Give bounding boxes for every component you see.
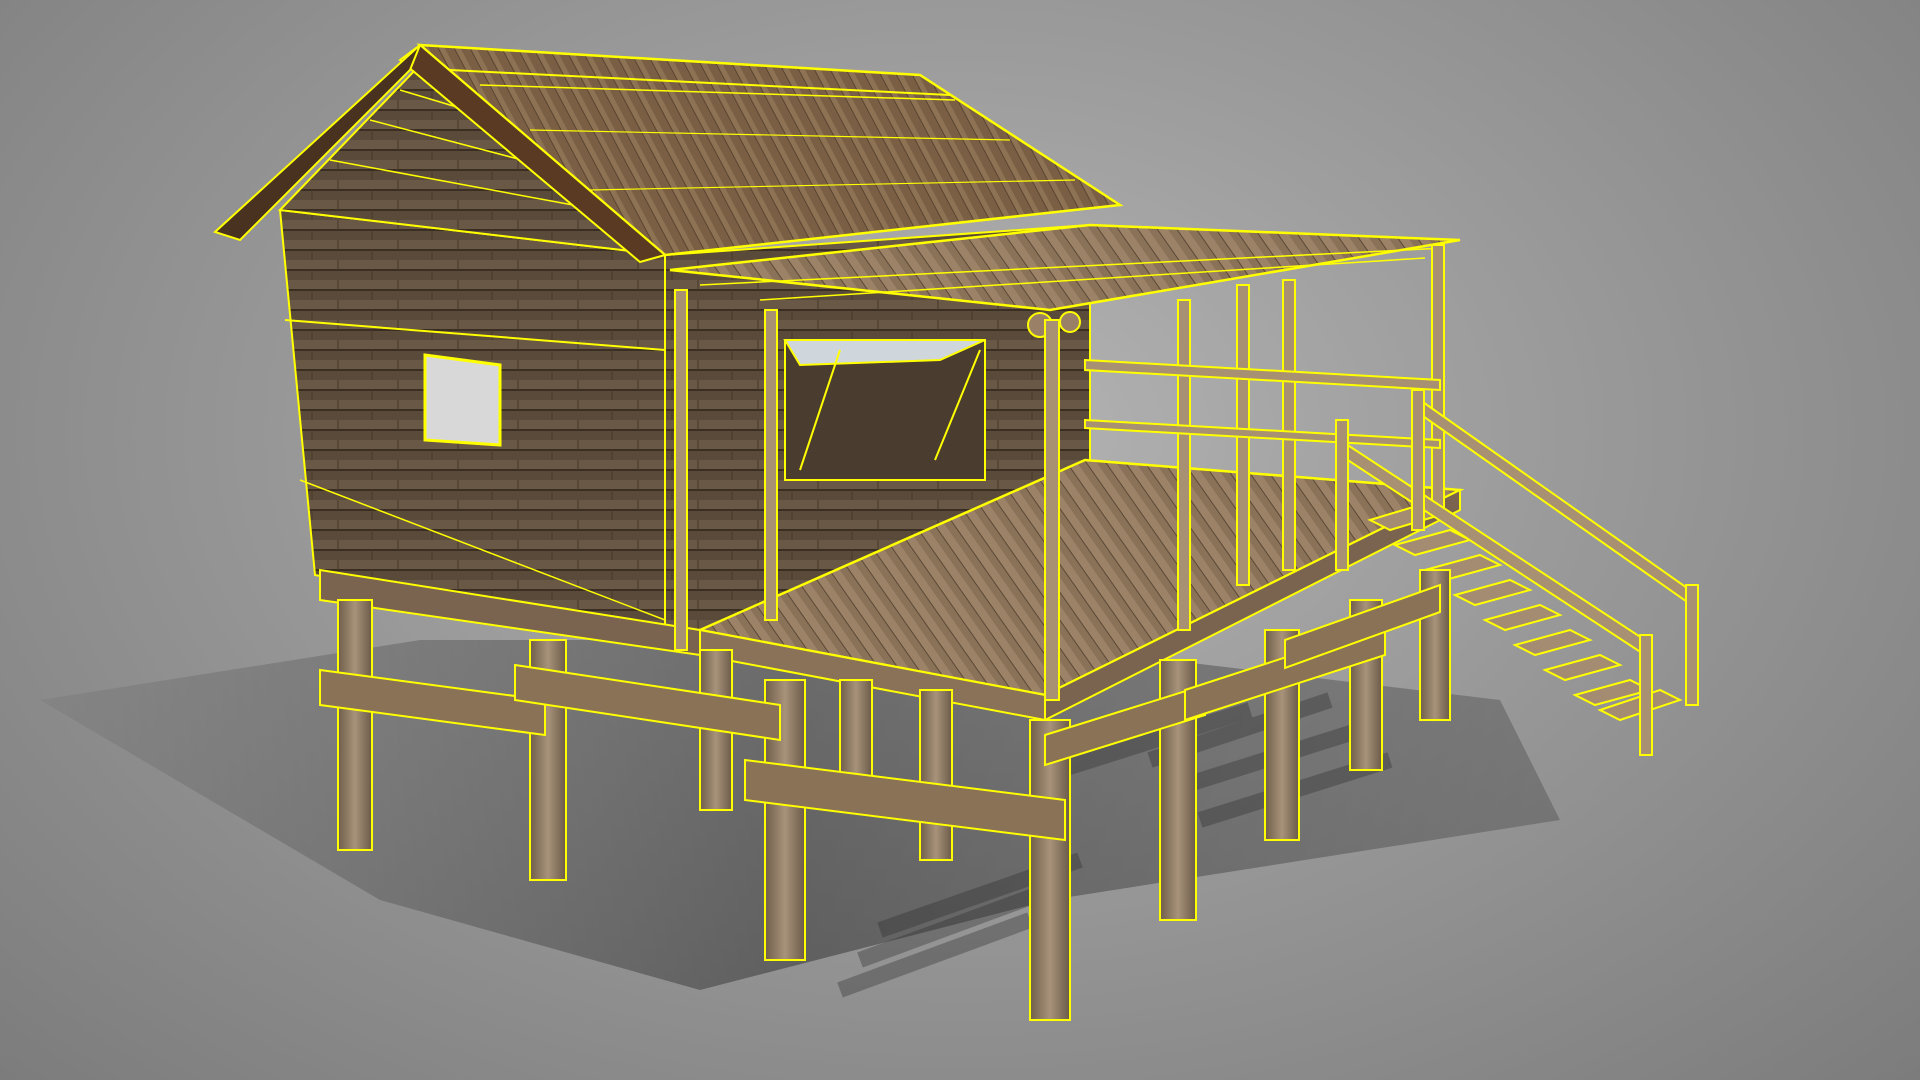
3d-viewport[interactable] (0, 0, 1920, 1080)
3d-model-scene[interactable] (0, 0, 1920, 1080)
